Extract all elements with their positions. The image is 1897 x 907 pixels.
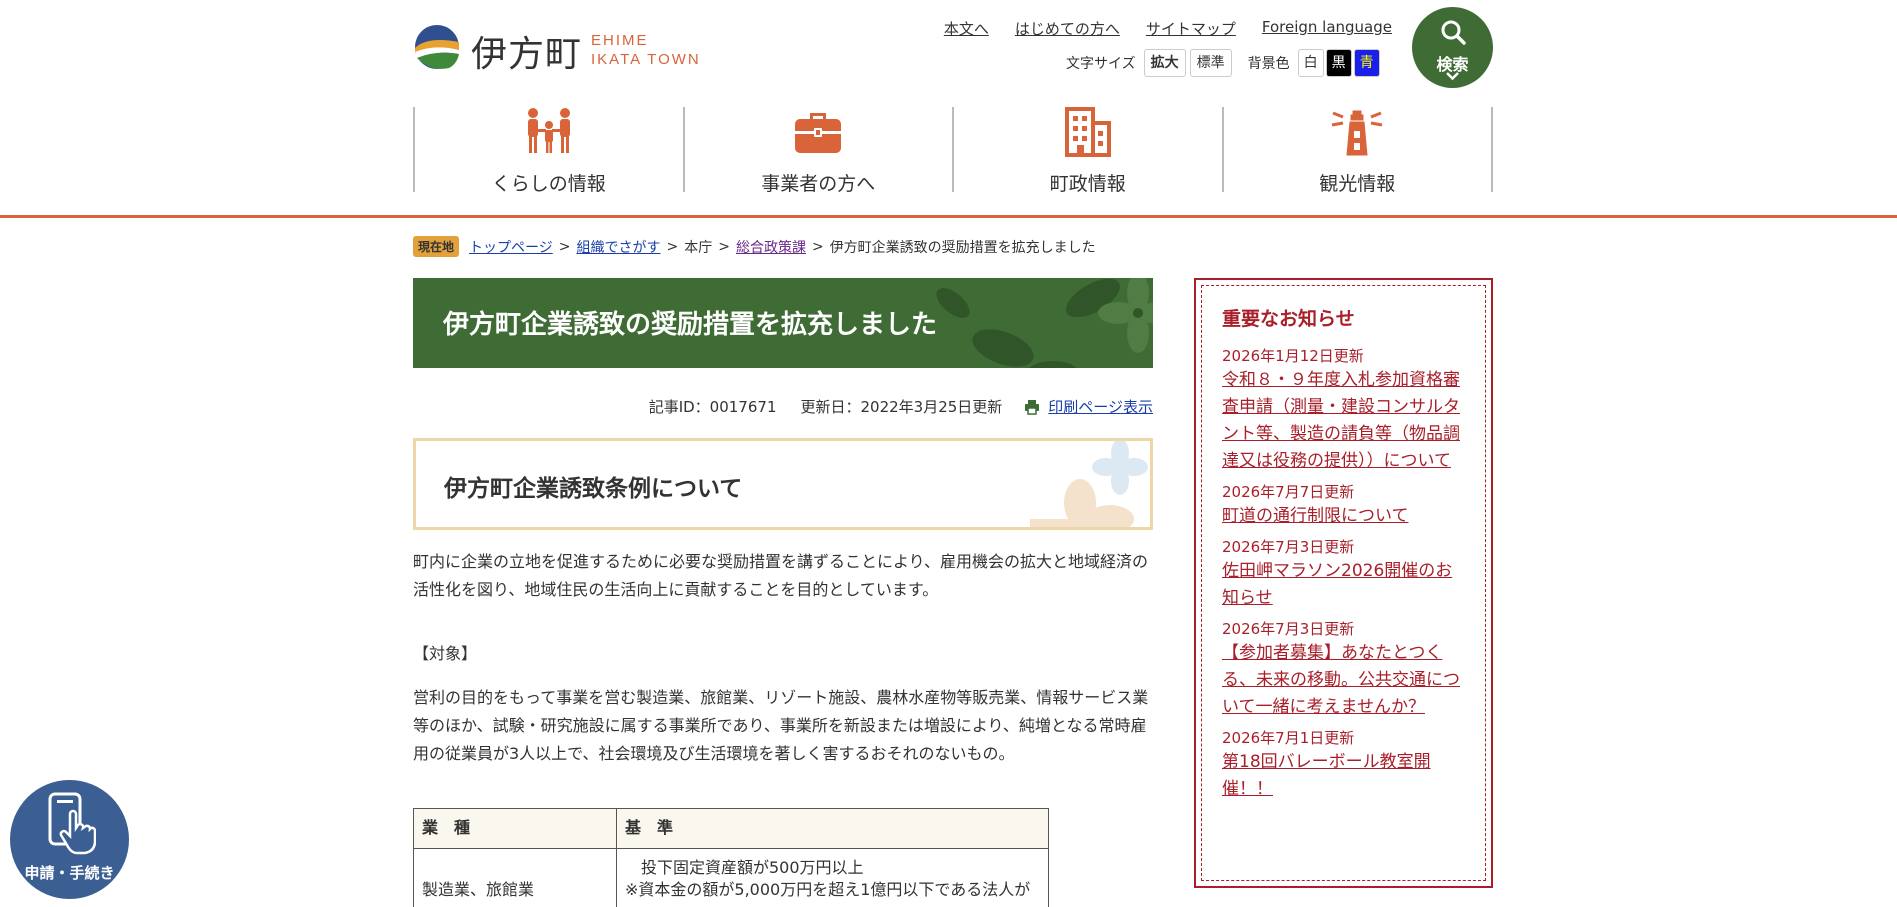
application-procedure-button[interactable]: 申請・手続き — [10, 780, 129, 899]
criteria-note: ※資本金の額が5,000万円を超え1億円以下である法人が — [625, 880, 1031, 899]
building-icon — [1064, 107, 1111, 157]
list-item: 2026年7月1日更新 第18回バレーボール教室開催！！ — [1222, 727, 1465, 803]
utility-links: 本文へ はじめての方へ サイトマップ Foreign language — [944, 18, 1392, 39]
logo-en-line2: IKATA TOWN — [591, 51, 701, 68]
table-header-row: 業 種 基 準 — [413, 808, 1049, 849]
intro-paragraph: 町内に企業の立地を促進するために必要な奨励措置を講ずることにより、雇用機会の拡大… — [413, 552, 1149, 599]
section-heading-box: 伊方町企業誘致条例について — [413, 438, 1153, 530]
notice-link[interactable]: 第18回バレーボール教室開催！！ — [1222, 749, 1465, 803]
section-heading: 伊方町企業誘致条例について — [444, 476, 743, 502]
breadcrumb-separator: > — [718, 238, 730, 255]
bg-black-button[interactable]: 黒 — [1325, 49, 1352, 77]
breadcrumb-link-policy-division[interactable]: 総合政策課 — [736, 237, 806, 257]
text-size-label: 文字サイズ — [1066, 56, 1136, 72]
article-updated-date: 更新日：2022年3月25日更新 — [800, 398, 1003, 416]
target-heading: 【対象】 — [413, 644, 478, 663]
notice-date: 2026年7月3日更新 — [1222, 620, 1355, 638]
current-location-badge: 現在地 — [413, 236, 460, 257]
gnav-item-business[interactable]: 事業者の方へ — [682, 107, 953, 195]
gnav-label-government: 町政情報 — [1049, 173, 1126, 195]
display-settings: 文字サイズ 拡大 標準 背景色 白 黒 青 — [1066, 48, 1382, 78]
breadcrumb-link-organization[interactable]: 組織でさがす — [576, 237, 660, 257]
notice-inner: 重要なお知らせ 2026年1月12日更新 令和８・９年度入札参加資格審査申請（測… — [1201, 285, 1486, 881]
print-page-link[interactable]: 印刷ページ表示 — [1048, 396, 1153, 417]
gnav-item-life[interactable]: くらしの情報 — [413, 107, 683, 195]
notice-date: 2026年7月3日更新 — [1222, 538, 1355, 556]
foreign-language-link[interactable]: Foreign language — [1262, 18, 1392, 39]
breadcrumb-link-top[interactable]: トップページ — [469, 237, 553, 257]
gnav-label-business: 事業者の方へ — [761, 173, 876, 195]
search-icon — [1441, 20, 1466, 45]
table-cell-criteria: 投下固定資産額が500万円以上 ※資本金の額が5,000万円を超え1億円以下であ… — [616, 848, 1049, 907]
bg-color-label: 背景色 — [1247, 56, 1290, 72]
table-header-criteria: 基 準 — [616, 808, 1049, 849]
gnav-label-life: くらしの情報 — [491, 173, 606, 195]
notice-date: 2026年7月7日更新 — [1222, 483, 1355, 501]
bg-white-button[interactable]: 白 — [1297, 49, 1324, 77]
site-logo[interactable]: 伊方町 EHIME IKATA TOWN — [413, 22, 713, 75]
flower-pattern-icon — [1030, 441, 1148, 527]
breadcrumb-separator: > — [811, 238, 824, 255]
printer-icon — [1025, 399, 1040, 415]
logo-text-en: EHIME IKATA TOWN — [591, 31, 701, 69]
list-item: 2026年1月12日更新 令和８・９年度入札参加資格審査申請（測量・建設コンサル… — [1222, 345, 1465, 475]
sitemap-link[interactable]: サイトマップ — [1146, 18, 1236, 39]
application-procedure-label: 申請・手続き — [24, 864, 115, 882]
lighthouse-icon — [1331, 110, 1383, 156]
logo-en-line1: EHIME — [591, 32, 649, 49]
first-visit-link[interactable]: はじめての方へ — [1015, 18, 1120, 39]
gnav-label-tourism: 観光情報 — [1319, 173, 1396, 195]
bg-blue-button[interactable]: 青 — [1353, 49, 1380, 77]
list-item: 2026年7月3日更新 佐田岬マラソン2026開催のお知らせ — [1222, 536, 1465, 612]
criteria-line: 投下固定資産額が500万円以上 — [625, 858, 864, 877]
search-button[interactable]: 検索 — [1412, 7, 1493, 88]
site-header: 伊方町 EHIME IKATA TOWN 本文へ はじめての方へ サイトマップ … — [0, 0, 1897, 218]
text-size-standard-button[interactable]: 標準 — [1189, 49, 1232, 77]
criteria-table: 業 種 基 準 製造業、旅館業 投下固定資産額が500万円以上 ※資本金の額が5… — [413, 808, 1049, 907]
list-item: 2026年7月3日更新 【参加者募集】あなたとつくる、未来の移動。公共交通につい… — [1222, 618, 1465, 721]
list-item: 2026年7月7日更新 町道の通行制限について — [1222, 481, 1465, 530]
page-title: 伊方町企業誘致の奨励措置を拡充しました — [443, 310, 938, 340]
table-header-industry: 業 種 — [413, 808, 617, 849]
article-id: 記事ID：0017671 — [648, 398, 777, 416]
skip-to-content-link[interactable]: 本文へ — [944, 18, 989, 39]
logo-text-jp: 伊方町 — [471, 34, 583, 75]
chevron-down-icon — [1446, 72, 1459, 81]
text-size-large-button[interactable]: 拡大 — [1143, 49, 1186, 77]
breadcrumb-separator: > — [666, 238, 679, 255]
target-paragraph: 営利の目的をもって事業を営む製造業、旅館業、リゾート施設、農林水産物等販売業、情… — [413, 688, 1149, 763]
logo-mark-icon — [415, 25, 459, 69]
notice-date: 2026年7月1日更新 — [1222, 729, 1355, 747]
notice-link[interactable]: 佐田岬マラソン2026開催のお知らせ — [1222, 558, 1465, 612]
gnav-item-tourism[interactable]: 観光情報 — [1221, 107, 1493, 195]
notice-link[interactable]: 令和８・９年度入札参加資格審査申請（測量・建設コンサルタント等、製造の請負等（物… — [1222, 367, 1465, 475]
notice-heading: 重要なお知らせ — [1222, 308, 1355, 330]
notice-date: 2026年1月12日更新 — [1222, 347, 1364, 365]
breadcrumb: 現在地 トップページ > 組織でさがす > 本庁 > 総合政策課 > 伊方町企業… — [413, 236, 1096, 257]
smartphone-tap-icon — [48, 792, 96, 855]
breadcrumb-separator: > — [558, 238, 571, 255]
article-meta: 記事ID：0017671 更新日：2022年3月25日更新 印刷ページ表示 — [649, 396, 1153, 417]
table-row: 製造業、旅館業 投下固定資産額が500万円以上 ※資本金の額が5,000万円を超… — [413, 848, 1049, 907]
family-icon — [527, 108, 570, 153]
important-notice-box: 重要なお知らせ 2026年1月12日更新 令和８・９年度入札参加資格審査申請（測… — [1194, 278, 1493, 888]
notice-link[interactable]: 【参加者募集】あなたとつくる、未来の移動。公共交通について一緒に考えませんか？ — [1222, 640, 1465, 721]
global-nav: くらしの情報 事業者の方へ 町政情報 観光情報 — [413, 107, 1493, 195]
briefcase-icon — [795, 113, 842, 153]
breadcrumb-item-honcho: 本庁 — [684, 239, 713, 256]
gnav-item-government[interactable]: 町政情報 — [952, 107, 1222, 195]
table-cell-industry: 製造業、旅館業 — [413, 848, 617, 907]
breadcrumb-current: 伊方町企業誘致の奨励措置を拡充しました — [829, 239, 1096, 256]
notice-link[interactable]: 町道の通行制限について — [1222, 503, 1465, 530]
page-title-banner: 伊方町企業誘致の奨励措置を拡充しました — [413, 278, 1153, 368]
